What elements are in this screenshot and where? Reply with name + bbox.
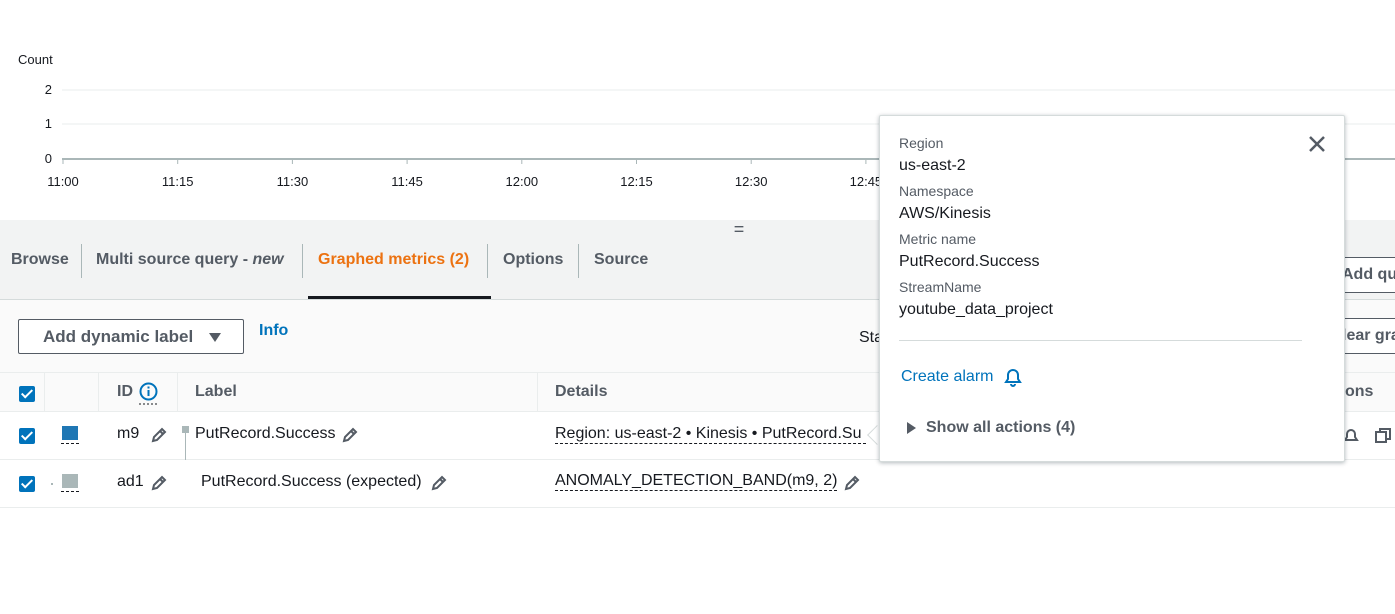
tab-divider [81, 244, 82, 278]
column-divider [44, 373, 45, 413]
caret-right-icon [907, 422, 916, 434]
header-details: Details [555, 383, 608, 400]
popover-divider [899, 340, 1302, 341]
edit-details-pencil-icon[interactable] [843, 474, 861, 492]
column-divider [177, 373, 178, 413]
swatch-underline [61, 491, 79, 492]
tab-graphed-metrics[interactable]: Graphed metrics (2) [318, 251, 469, 269]
row-details[interactable]: ANOMALY_DETECTION_BAND(m9, 2) [555, 472, 838, 491]
tab-new-tag: new [252, 251, 284, 268]
header-actions: ons [1345, 383, 1374, 400]
metric-color-swatch[interactable] [62, 426, 78, 440]
x-tick-label: 11:45 [391, 174, 423, 189]
resize-handle-icon[interactable]: = [731, 220, 747, 238]
row-label: PutRecord.Success (expected) [201, 473, 422, 490]
column-divider [537, 373, 538, 413]
header-label: Label [195, 383, 237, 400]
metric-details-popover: Region us-east-2 Namespace AWS/Kinesis M… [879, 115, 1345, 462]
copy-icon[interactable] [1373, 426, 1393, 446]
header-id: ID [117, 383, 133, 400]
tab-multi-source-query[interactable]: Multi source query - new [96, 251, 284, 269]
tree-node-marker [182, 426, 189, 433]
x-tick-label: 12:00 [506, 174, 539, 189]
metric-color-swatch[interactable] [62, 474, 78, 488]
tab-source[interactable]: Source [594, 251, 648, 269]
y-tick-label: 0 [45, 151, 52, 166]
x-tick-label: 12:15 [620, 174, 653, 189]
x-tick-label: 12:45 [850, 174, 883, 189]
row-checkbox[interactable] [19, 476, 35, 492]
edit-id-pencil-icon[interactable] [150, 426, 168, 444]
show-all-actions-toggle[interactable]: Show all actions (4) [926, 419, 1075, 437]
edit-id-pencil-icon[interactable] [150, 474, 168, 492]
close-icon[interactable] [1307, 134, 1327, 154]
edit-label-pencil-icon[interactable] [341, 426, 359, 444]
add-dynamic-label-text: Add dynamic label [43, 327, 194, 346]
column-divider [98, 373, 99, 413]
id-info-icon[interactable] [139, 382, 158, 406]
bell-icon [1004, 369, 1022, 387]
popover-key-stream-name: StreamName [899, 279, 982, 295]
row-id: m9 [117, 425, 140, 442]
caret-down-icon [209, 333, 221, 342]
row-label: PutRecord.Success [195, 425, 336, 442]
tab-divider [487, 244, 488, 278]
y-tick-label: 2 [45, 82, 52, 97]
dot-marker [51, 483, 53, 485]
tab-options[interactable]: Options [503, 251, 563, 269]
x-tick-label: 11:15 [162, 174, 194, 189]
tab-divider [578, 244, 579, 278]
tab-divider [302, 244, 303, 278]
popover-value-namespace: AWS/Kinesis [899, 205, 991, 222]
tab-multi-source-query-label: Multi source query - [96, 251, 253, 268]
create-alarm-link[interactable]: Create alarm [901, 368, 993, 386]
popover-value-region: us-east-2 [899, 157, 966, 174]
row-id: ad1 [117, 473, 144, 490]
row-checkbox[interactable] [19, 428, 35, 444]
x-tick-label: 11:00 [47, 174, 79, 189]
select-all-checkbox[interactable] [19, 386, 35, 402]
popover-key-namespace: Namespace [899, 183, 974, 199]
row-details[interactable]: Region: us-east-2 • Kinesis • PutRecord.… [555, 425, 866, 444]
x-tick-label: 12:30 [735, 174, 768, 189]
edit-label-pencil-icon[interactable] [430, 474, 448, 492]
table-row: ad1 PutRecord.Success (expected) ANOMALY… [0, 460, 1395, 508]
y-tick-label: 1 [45, 116, 52, 131]
add-dynamic-label-button[interactable]: Add dynamic label [18, 319, 244, 354]
swatch-underline [61, 443, 79, 444]
x-tick-label: 11:30 [277, 174, 309, 189]
info-link[interactable]: Info [259, 322, 288, 340]
popover-key-metric-name: Metric name [899, 231, 977, 247]
tab-browse[interactable]: Browse [11, 251, 69, 269]
active-tab-indicator [308, 296, 491, 299]
popover-value-metric-name: PutRecord.Success [899, 253, 1040, 270]
popover-key-region: Region [899, 135, 944, 151]
popover-value-stream-name: youtube_data_project [899, 301, 1053, 318]
